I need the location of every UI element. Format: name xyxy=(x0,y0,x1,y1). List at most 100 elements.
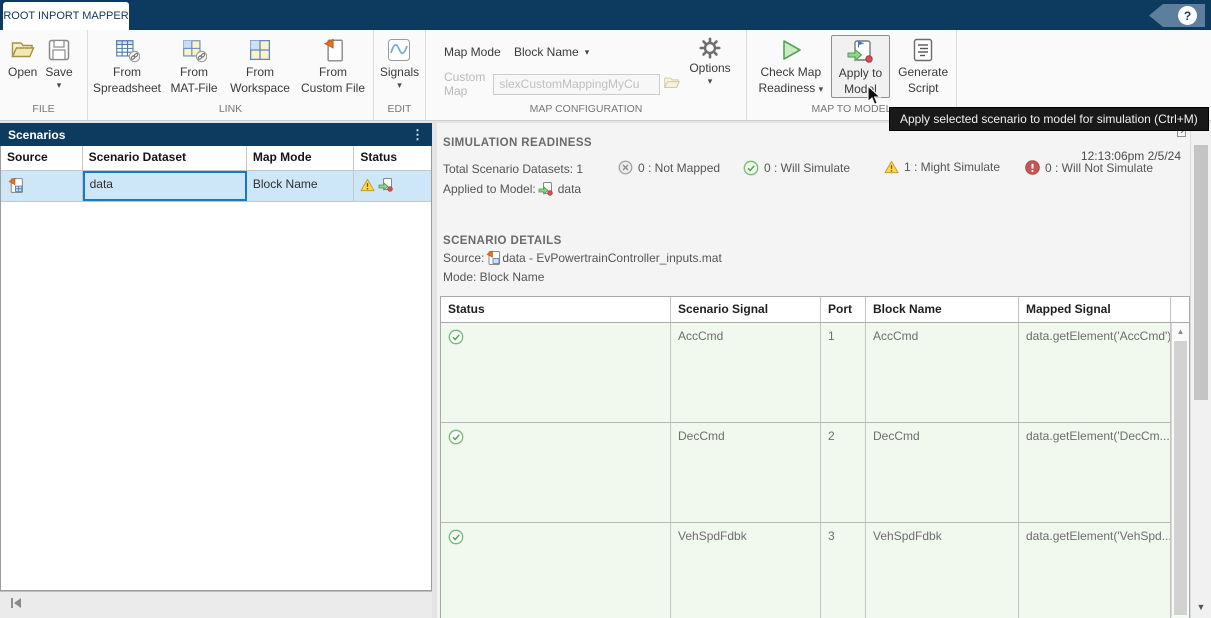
scenario-details-heading: SCENARIO DETAILS xyxy=(443,235,562,247)
link-section-label: LINK xyxy=(88,103,373,120)
column-header-scenario-dataset[interactable]: Scenario Dataset xyxy=(83,146,247,171)
table-row[interactable]: DecCmd 2 DecCmd data.getElement('DecCm..… xyxy=(441,423,1189,523)
table-row[interactable]: VehSpdFdbk 3 VehSpdFdbk data.getElement(… xyxy=(441,523,1189,618)
statusbar xyxy=(0,591,432,618)
column-header-source[interactable]: Source xyxy=(1,146,83,171)
check-map-readiness-button[interactable]: Check Map Readiness ▾ xyxy=(751,35,831,96)
status-cell xyxy=(441,323,671,422)
collapse-panel-button[interactable] xyxy=(8,595,24,616)
block-name-cell: AccCmd xyxy=(866,323,1019,422)
gear-icon xyxy=(699,37,721,59)
root-inport-mapper-tab[interactable]: ROOT INPORT MAPPER xyxy=(3,2,129,30)
scenarios-table: Source Scenario Dataset Map Mode Status … xyxy=(0,146,432,591)
tab-title: ROOT INPORT MAPPER xyxy=(3,10,128,22)
scenario-row[interactable]: data Block Name xyxy=(1,171,431,202)
column-header-status[interactable]: Status xyxy=(354,146,431,171)
column-header-port[interactable]: Port xyxy=(821,297,866,322)
generate-script-label-2: Script xyxy=(908,81,939,95)
scroll-up-icon[interactable]: ▲ xyxy=(1172,327,1189,336)
from-mat-file-button[interactable]: From MAT-File xyxy=(162,35,226,96)
scenario-mode-row: Mode: Block Name xyxy=(443,270,544,284)
scenario-map-mode-cell[interactable]: Block Name xyxy=(247,171,355,201)
scenarios-table-header: Source Scenario Dataset Map Mode Status xyxy=(1,146,431,171)
port-cell: 3 xyxy=(821,523,866,618)
scenarios-panel-header: Scenarios ⋮ xyxy=(0,123,432,146)
mouse-cursor xyxy=(866,85,882,112)
custom-map-field[interactable] xyxy=(493,74,660,95)
scenarios-title: Scenarios xyxy=(8,128,65,142)
stat-might-simulate: 1 : Might Simulate xyxy=(884,160,1000,174)
apply-status-icon xyxy=(538,181,553,196)
column-header-map-mode[interactable]: Map Mode xyxy=(247,146,355,171)
from-custom-file-button[interactable]: From Custom File xyxy=(294,35,372,96)
from-spreadsheet-button[interactable]: From Spreadsheet xyxy=(92,35,162,96)
signals-button[interactable]: Signals ▾ xyxy=(380,35,419,90)
from-custom-file-label-2: Custom File xyxy=(301,81,365,95)
stat-will-not-simulate: 0 : Will Not Simulate xyxy=(1025,160,1153,175)
scroll-down-icon[interactable]: ▼ xyxy=(1191,602,1211,612)
panel-scrollbar-thumb[interactable] xyxy=(1194,145,1208,400)
help-icon[interactable]: ? xyxy=(1178,6,1197,25)
open-button[interactable]: Open xyxy=(8,35,37,79)
from-workspace-label-1: From xyxy=(246,65,274,79)
save-button[interactable]: Save ▾ xyxy=(45,35,72,90)
column-header-scroll-spacer xyxy=(1171,297,1189,322)
options-label: Options xyxy=(689,61,730,75)
apply-to-model-label-1: Apply to xyxy=(839,66,882,80)
panel-scrollbar[interactable]: ▼ xyxy=(1190,123,1211,618)
simulation-readiness-heading: SIMULATION READINESS xyxy=(443,137,592,149)
column-header-block-name[interactable]: Block Name xyxy=(866,297,1019,322)
table-scrollbar-thumb[interactable] xyxy=(1174,341,1187,615)
from-custom-file-label-1: From xyxy=(319,65,347,79)
scenario-signal-cell: DecCmd xyxy=(671,423,821,522)
status-cell xyxy=(441,423,671,522)
from-spreadsheet-label-1: From xyxy=(113,65,141,79)
from-mat-file-label-2: MAT-File xyxy=(170,81,217,95)
not-mapped-icon xyxy=(618,160,633,175)
check-map-readiness-label-2: Readiness ▾ xyxy=(759,81,824,95)
generate-script-button[interactable]: Generate Script xyxy=(890,35,956,96)
will-simulate-icon xyxy=(448,529,464,545)
details-table-header: Status Scenario Signal Port Block Name M… xyxy=(441,297,1189,323)
will-not-simulate-icon xyxy=(1025,160,1040,175)
column-header-mapped-signal[interactable]: Mapped Signal xyxy=(1019,297,1171,322)
folder-open-icon xyxy=(10,37,36,63)
caret-down-icon[interactable]: ▾ xyxy=(57,81,62,90)
custom-map-browse-button[interactable] xyxy=(663,74,681,95)
generate-script-label-1: Generate xyxy=(898,65,948,79)
custom-map-label: Custom Map xyxy=(444,70,485,98)
map-mode-dropdown[interactable]: Block Name ▾ xyxy=(514,45,589,59)
ribbon-group-link: From Spreadsheet From MAT-File xyxy=(88,30,374,120)
will-simulate-icon xyxy=(448,429,464,445)
caret-down-icon: ▾ xyxy=(708,77,713,86)
options-button[interactable]: Options ▾ xyxy=(678,35,742,98)
ribbon-group-file: Open Save ▾ FILE xyxy=(0,30,88,120)
caret-down-icon: ▾ xyxy=(585,48,590,57)
column-header-status[interactable]: Status xyxy=(441,297,671,322)
workspace-icon xyxy=(247,37,273,63)
file-section-label: FILE xyxy=(0,103,87,120)
ellipsis-icon: ⋮ xyxy=(411,127,424,142)
scenario-dataset-cell[interactable]: data xyxy=(83,171,247,201)
column-header-scenario-signal[interactable]: Scenario Signal xyxy=(671,297,821,322)
signals-label: Signals xyxy=(380,65,419,79)
caret-down-icon: ▾ xyxy=(819,84,824,94)
root-inport-mapper-window: ROOT INPORT MAPPER ? Open xyxy=(0,0,1211,618)
might-simulate-icon xyxy=(884,160,899,174)
table-scrollbar[interactable]: ▲ xyxy=(1171,323,1189,617)
panel-menu-button[interactable]: ⋮ xyxy=(411,127,424,143)
warning-icon xyxy=(360,178,375,192)
spreadsheet-link-icon xyxy=(114,37,140,63)
table-row[interactable]: AccCmd 1 AccCmd data.getElement('AccCmd'… xyxy=(441,323,1189,423)
mapped-signal-cell: data.getElement('VehSpd... xyxy=(1019,523,1171,618)
details-table: Status Scenario Signal Port Block Name M… xyxy=(440,296,1190,618)
from-workspace-button[interactable]: From Workspace xyxy=(226,35,294,96)
apply-to-model-icon xyxy=(846,38,874,64)
scenario-source-cell xyxy=(1,171,83,201)
caret-down-icon[interactable]: ▾ xyxy=(397,81,402,90)
ribbon-group-edit: Signals ▾ EDIT xyxy=(374,30,426,120)
custom-file-icon xyxy=(320,37,346,63)
from-mat-file-label-1: From xyxy=(180,65,208,79)
scenario-signal-cell: AccCmd xyxy=(671,323,821,422)
generate-script-icon xyxy=(910,37,936,63)
